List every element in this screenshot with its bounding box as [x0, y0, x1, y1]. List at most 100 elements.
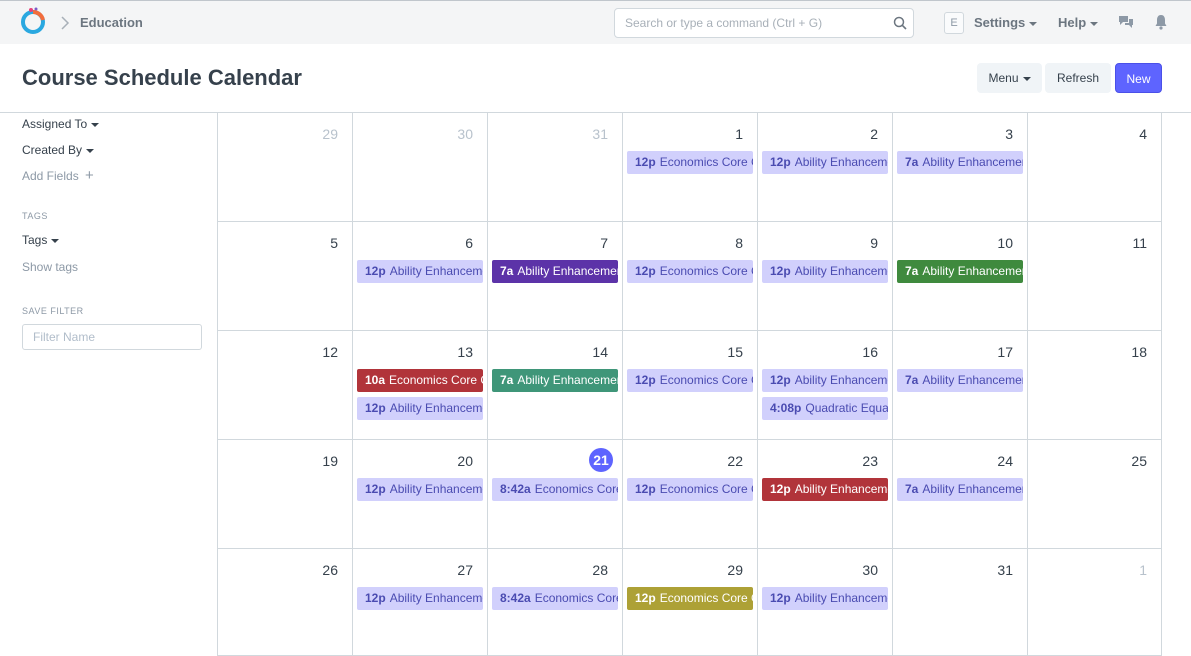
search-icon[interactable]: [893, 16, 907, 30]
calendar-day-cell[interactable]: 9 12pAbility Enhancement: [758, 222, 893, 330]
calendar-event[interactable]: 12pAbility Enhancement: [762, 478, 888, 501]
event-title: Ability Enhancement: [794, 155, 888, 169]
calendar-day-cell[interactable]: 27 12pAbility Enhancement: [353, 549, 488, 655]
event-title: Economics Core Course: [389, 373, 483, 387]
calendar-day-cell[interactable]: 29: [218, 113, 353, 221]
event-time: 7a: [905, 373, 919, 387]
show-tags-link[interactable]: Show tags: [22, 260, 78, 274]
calendar-event[interactable]: 7a Ability Enhancement: [897, 151, 1023, 174]
event-time: 7a: [905, 155, 919, 169]
calendar-day-cell[interactable]: 14 7a Ability Enhancement: [488, 331, 623, 439]
calendar-day-cell[interactable]: 1 12pEconomics Core Course: [623, 113, 758, 221]
calendar-day-cell[interactable]: 1: [1028, 549, 1161, 655]
calendar-event[interactable]: 12pAbility Enhancement: [357, 478, 483, 501]
calendar-day-cell[interactable]: 15 12pEconomics Core Course: [623, 331, 758, 439]
calendar-day-cell[interactable]: 18: [1028, 331, 1161, 439]
breadcrumb-education[interactable]: Education: [80, 15, 143, 30]
event-time: 10a: [365, 373, 386, 387]
day-number: 14: [592, 344, 608, 360]
calendar-event[interactable]: 12pAbility Enhancement: [762, 151, 888, 174]
calendar-day-cell[interactable]: 10 7a Ability Enhancement: [893, 222, 1028, 330]
calendar-event[interactable]: 7a Ability Enhancement: [492, 369, 618, 392]
event-title: Ability Enhancement: [794, 591, 888, 605]
calendar-event[interactable]: 7a Ability Enhancement: [897, 478, 1023, 501]
event-title: Economics Core Course: [659, 155, 753, 169]
calendar-day-cell[interactable]: 2 12pAbility Enhancement: [758, 113, 893, 221]
calendar-day-cell[interactable]: 5: [218, 222, 353, 330]
calendar-event[interactable]: 12pEconomics Core Course: [627, 478, 753, 501]
today-day-number: 21: [589, 448, 613, 472]
calendar-event[interactable]: 12pEconomics Core Course: [627, 369, 753, 392]
filter-sidebar: Assigned To Created By Add Fields + TAGS…: [0, 113, 217, 656]
calendar-day-cell[interactable]: 1310aEconomics Core Course12pAbility Enh…: [353, 331, 488, 439]
menu-label: Menu: [988, 71, 1019, 85]
calendar-event[interactable]: 12pAbility Enhancement: [357, 260, 483, 283]
calendar-day-cell[interactable]: 3 7a Ability Enhancement: [893, 113, 1028, 221]
calendar-day-cell[interactable]: 22 12pEconomics Core Course: [623, 440, 758, 548]
event-time: 7a: [500, 373, 514, 387]
calendar-event[interactable]: 12pEconomics Core Course: [627, 151, 753, 174]
calendar-day-cell[interactable]: 25: [1028, 440, 1161, 548]
search-bar: [614, 8, 914, 38]
calendar-event[interactable]: 12pAbility Enhancement: [762, 587, 888, 610]
calendar-day-cell[interactable]: 19: [218, 440, 353, 548]
created-by-label: Created By: [22, 143, 83, 157]
calendar-day-cell[interactable]: 30 12pAbility Enhancement: [758, 549, 893, 655]
created-by-filter[interactable]: Created By: [22, 143, 95, 157]
calendar-day-cell[interactable]: 26: [218, 549, 353, 655]
calendar-day-cell[interactable]: 8 12pEconomics Core Course: [623, 222, 758, 330]
menu-button[interactable]: Menu: [977, 63, 1042, 93]
help-dropdown[interactable]: Help: [1058, 15, 1099, 30]
filter-name-input[interactable]: [22, 324, 202, 350]
event-title: Ability Enhancement: [794, 373, 888, 387]
calendar-event[interactable]: 12pEconomics Core Course: [627, 587, 753, 610]
calendar-event[interactable]: 4:08pQuadratic Equations: [762, 397, 888, 420]
calendar-event[interactable]: 12pAbility Enhancement: [762, 369, 888, 392]
calendar-event[interactable]: 8:42aEconomics Core Course: [492, 587, 618, 610]
calendar-day-cell[interactable]: 12: [218, 331, 353, 439]
calendar-day-cell[interactable]: 28 8:42aEconomics Core Course: [488, 549, 623, 655]
calendar-event[interactable]: 7a Ability Enhancement: [897, 369, 1023, 392]
calendar-event[interactable]: 12pAbility Enhancement: [762, 260, 888, 283]
day-number: 30: [457, 126, 473, 142]
day-number: 3: [1005, 126, 1013, 142]
calendar-event[interactable]: 12pAbility Enhancement: [357, 587, 483, 610]
calendar-day-cell[interactable]: 20 12pAbility Enhancement: [353, 440, 488, 548]
calendar-day-cell[interactable]: 6 12pAbility Enhancement: [353, 222, 488, 330]
calendar-event[interactable]: 10aEconomics Core Course: [357, 369, 483, 392]
calendar-event[interactable]: 8:42aEconomics Core Course: [492, 478, 618, 501]
event-title: Ability Enhancement: [517, 264, 618, 278]
user-avatar[interactable]: E: [944, 12, 964, 34]
bell-icon[interactable]: [1154, 14, 1168, 30]
calendar-day-cell[interactable]: 29 12pEconomics Core Course: [623, 549, 758, 655]
event-title: Ability Enhancement: [922, 482, 1023, 496]
day-number: 29: [727, 562, 743, 578]
calendar-day-cell[interactable]: 17 7a Ability Enhancement: [893, 331, 1028, 439]
calendar-day-cell[interactable]: 31: [488, 113, 623, 221]
settings-dropdown[interactable]: Settings: [974, 15, 1038, 30]
app-logo-icon[interactable]: [20, 7, 46, 35]
calendar-day-cell[interactable]: 7 7a Ability Enhancement: [488, 222, 623, 330]
day-number: 5: [330, 235, 338, 251]
calendar-day-cell[interactable]: 24 7a Ability Enhancement: [893, 440, 1028, 548]
assigned-to-filter[interactable]: Assigned To: [22, 117, 100, 131]
calendar-event[interactable]: 7a Ability Enhancement: [897, 260, 1023, 283]
calendar-event[interactable]: 7a Ability Enhancement: [492, 260, 618, 283]
calendar-day-cell[interactable]: 11: [1028, 222, 1161, 330]
event-title: Ability Enhancement: [517, 373, 618, 387]
calendar-day-cell[interactable]: 16 12pAbility Enhancement 4:08pQuadratic E…: [758, 331, 893, 439]
calendar-day-cell[interactable]: 21 8:42aEconomics Core Course: [488, 440, 623, 548]
calendar-day-cell[interactable]: 31: [893, 549, 1028, 655]
refresh-button[interactable]: Refresh: [1045, 63, 1111, 93]
chat-icon[interactable]: [1118, 15, 1134, 29]
tags-filter[interactable]: Tags: [22, 233, 60, 247]
new-button[interactable]: New: [1115, 63, 1162, 93]
calendar-day-cell[interactable]: 30: [353, 113, 488, 221]
search-input[interactable]: [615, 9, 875, 37]
calendar-event[interactable]: 12pAbility Enhancement: [357, 397, 483, 420]
calendar-event[interactable]: 12pEconomics Core Course: [627, 260, 753, 283]
day-number: 31: [997, 562, 1013, 578]
calendar-day-cell[interactable]: 4: [1028, 113, 1161, 221]
add-fields-link[interactable]: Add Fields +: [22, 167, 94, 184]
calendar-day-cell[interactable]: 23 12pAbility Enhancement: [758, 440, 893, 548]
